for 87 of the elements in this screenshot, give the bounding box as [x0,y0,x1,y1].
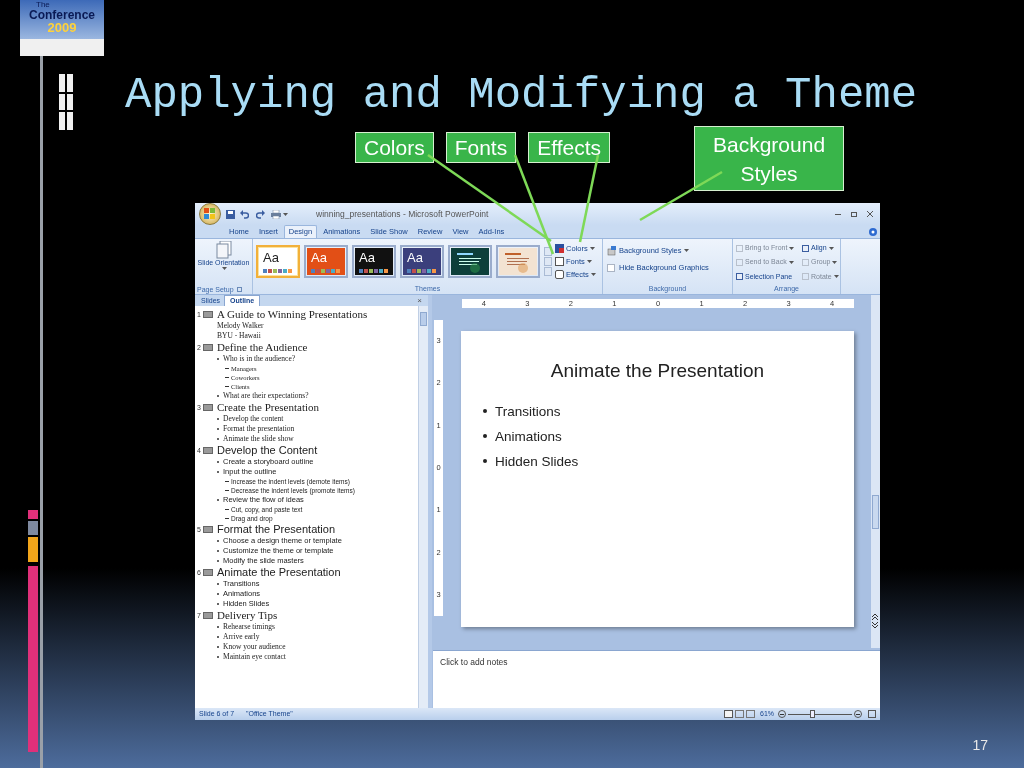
caret-icon [833,275,839,279]
scrollbar[interactable] [870,295,880,648]
slide-icon [203,311,213,318]
office-logo-icon [204,208,216,220]
scrollbar[interactable] [418,306,428,708]
slideshow-view-icon[interactable] [746,710,755,718]
normal-view-icon[interactable] [724,710,733,718]
outline-slide-title[interactable]: Format the Presentation [217,523,335,536]
redo-icon[interactable] [256,209,265,219]
caret-icon [589,247,595,250]
outline-slide-title[interactable]: Delivery Tips [217,609,278,622]
slide-icon [203,447,213,454]
color-swatches-icon [407,269,437,273]
slide-canvas[interactable]: Animate the Presentation Transitions Animations Hidden Slides [461,331,854,627]
fit-window-icon[interactable] [868,710,876,718]
bullet-icon [483,409,487,413]
slide-icon [203,526,213,533]
maximize-icon[interactable] [851,211,857,217]
caret-icon [788,261,794,264]
slide-icon [203,344,213,351]
color-swatches-icon [311,269,341,273]
slide-bullet-text: Animations [495,427,562,446]
slide-icon [203,404,213,411]
slide-title: Applying and Modifying a Theme [125,70,918,120]
dash-icon [225,518,229,519]
slide-icon [203,612,213,619]
logo-text: The [36,1,50,9]
zoom-slider-thumb[interactable] [810,709,816,718]
slide-heading: Animate the Presentation [549,359,766,383]
slide-icon [203,569,213,576]
checkbox[interactable] [607,263,615,272]
window-title: winning_presentations - Microsoft PowerPoint [316,207,489,221]
slide-bullet-text: Hidden Slides [495,452,579,471]
color-swatches-icon [263,269,293,273]
scroll-thumb[interactable] [872,495,879,529]
sorter-view-icon[interactable] [735,710,744,718]
caret-icon [222,267,227,270]
outline-slide-title[interactable]: Create the Presentation [217,401,320,414]
office-button[interactable] [199,203,221,225]
palette-icon [555,244,564,253]
callout-label: Effects [528,132,611,163]
bullet-icon [483,434,487,438]
bullet-icon [483,459,487,463]
outline-slide-title[interactable]: A Guide to Winning Presentations [217,308,368,321]
theme-thumbnail[interactable] [448,245,492,278]
minimize-icon[interactable] [835,213,841,215]
printer-icon[interactable] [271,209,281,219]
theme-thumbnail[interactable]: Aa [256,245,300,278]
pages-icon [215,241,232,259]
caret-icon [832,261,838,264]
caret-icon [828,246,834,250]
logo-text: 2009 [47,21,77,34]
scroll-thumb[interactable] [420,312,427,326]
caret-icon [590,273,596,276]
callout-label: Background Styles [694,126,845,191]
slide-number: 17 [972,736,988,755]
page-arrows-icon[interactable] [871,614,879,628]
caret-icon [683,249,689,253]
outline-slide-title[interactable]: Animate the Presentation [217,566,341,579]
theme-thumbnail[interactable]: Aa [400,245,444,278]
caret-icon [586,260,592,263]
logo-text: Conference [29,9,95,21]
notes-field[interactable]: Click to add notes [433,650,880,708]
theme-thumbnail[interactable]: Aa [304,245,348,278]
help-icon[interactable] [869,228,877,236]
undo-icon[interactable] [240,209,249,219]
callout-label: Fonts [445,132,517,163]
dash-icon [225,490,229,491]
caret-icon [789,246,795,250]
close-icon[interactable] [867,211,873,217]
dash-icon [225,386,229,387]
decoration-drawing [59,74,75,130]
outline-slide-title[interactable]: Define the Audience [217,341,308,354]
color-swatches-icon [359,269,389,273]
outline-slide-title[interactable]: Develop the Content [217,444,318,457]
caret-icon [283,212,288,216]
close-button[interactable]: × [417,296,422,306]
dash-icon [225,377,229,378]
callout-label: Colors [355,132,434,163]
save-icon[interactable] [226,209,235,219]
slide-bullet-text: Transitions [495,402,561,421]
dash-icon [225,509,229,510]
dash-icon [225,481,229,482]
theme-thumbnail[interactable] [496,245,540,278]
dialog-launcher-icon[interactable] [236,286,242,292]
theme-thumbnail[interactable]: Aa [352,245,396,278]
dash-icon [225,368,229,369]
